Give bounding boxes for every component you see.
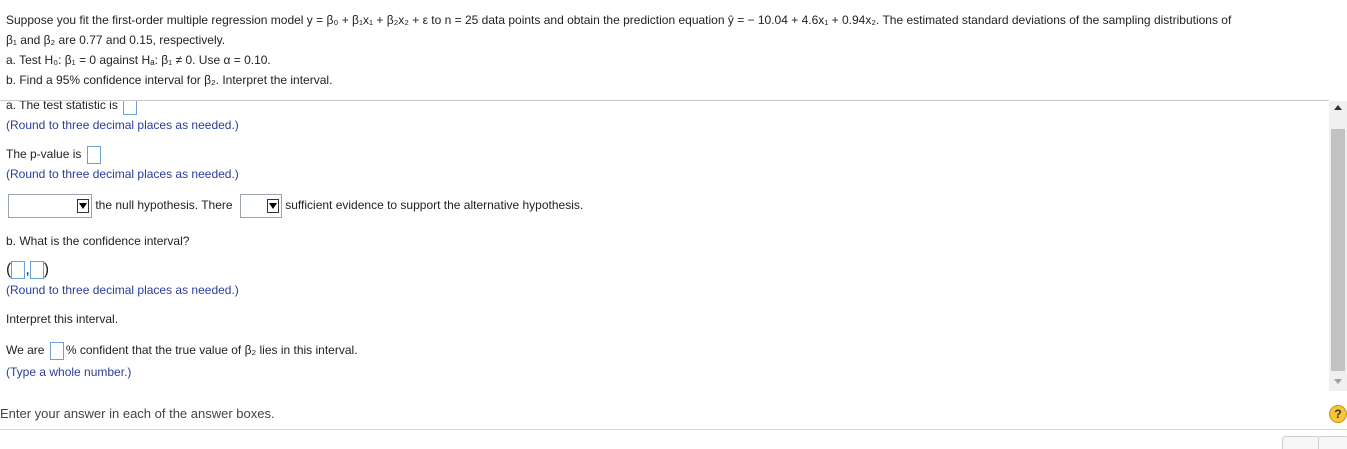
ci-input-row: (,) <box>6 261 50 279</box>
scroll-down-icon[interactable] <box>1334 379 1342 384</box>
confidence-suffix: % confident that the true value of β₂ li… <box>65 343 358 358</box>
ci-close-paren: ) <box>43 261 50 279</box>
confidence-row: We are % confident that the true value o… <box>6 342 358 360</box>
question-part-a: a. Test H₀: β₁ = 0 against Hₐ: β₁ ≠ 0. U… <box>6 53 271 67</box>
test-statistic-hint: (Round to three decimal places as needed… <box>6 118 239 132</box>
vertical-scrollbar[interactable] <box>1329 101 1347 391</box>
scrollbar-thumb[interactable] <box>1331 129 1345 371</box>
chevron-down-icon <box>77 199 89 213</box>
ci-hint: (Round to three decimal places as needed… <box>6 283 239 297</box>
nav-tab-right[interactable] <box>1318 436 1347 449</box>
pvalue-hint: (Round to three decimal places as needed… <box>6 167 239 181</box>
question-line-1: Suppose you fit the first-order multiple… <box>6 13 1232 27</box>
pvalue-row: The p-value is <box>6 146 103 164</box>
help-icon[interactable]: ? <box>1329 405 1347 423</box>
bottom-divider <box>0 429 1347 430</box>
pvalue-label: The p-value is <box>6 147 82 162</box>
nav-tab-left[interactable] <box>1282 436 1320 449</box>
decision-text-2: sufficient evidence to support the alter… <box>285 198 584 213</box>
interpret-label: Interpret this interval. <box>6 312 119 326</box>
test-statistic-label: a. The test statistic is <box>6 101 118 113</box>
evidence-dropdown[interactable] <box>239 194 282 218</box>
chevron-down-icon <box>266 199 279 213</box>
question-line-2: β₁ and β₂ are 0.77 and 0.15, respectivel… <box>6 33 226 47</box>
test-statistic-input[interactable] <box>123 101 138 115</box>
scroll-up-icon[interactable] <box>1334 105 1342 110</box>
answer-area: a. The test statistic is (Round to three… <box>0 101 1329 391</box>
confidence-hint: (Type a whole number.) <box>6 365 132 379</box>
decision-text-1: the null hypothesis. There <box>95 198 233 213</box>
footer-instruction: Enter your answer in each of the answer … <box>0 406 275 421</box>
ci-lower-input[interactable] <box>11 261 26 279</box>
ci-question: b. What is the confidence interval? <box>6 234 190 248</box>
ci-upper-input[interactable] <box>29 261 44 279</box>
decision-row: the null hypothesis. There sufficient ev… <box>8 194 583 218</box>
question-part-b: b. Find a 95% confidence interval for β₂… <box>6 73 333 87</box>
confidence-input[interactable] <box>49 342 64 360</box>
confidence-prefix: We are <box>6 343 45 358</box>
test-statistic-row: a. The test statistic is <box>6 101 139 115</box>
reject-dropdown[interactable] <box>8 194 92 218</box>
question-text: Suppose you fit the first-order multiple… <box>6 10 1341 90</box>
pvalue-input[interactable] <box>86 146 101 164</box>
